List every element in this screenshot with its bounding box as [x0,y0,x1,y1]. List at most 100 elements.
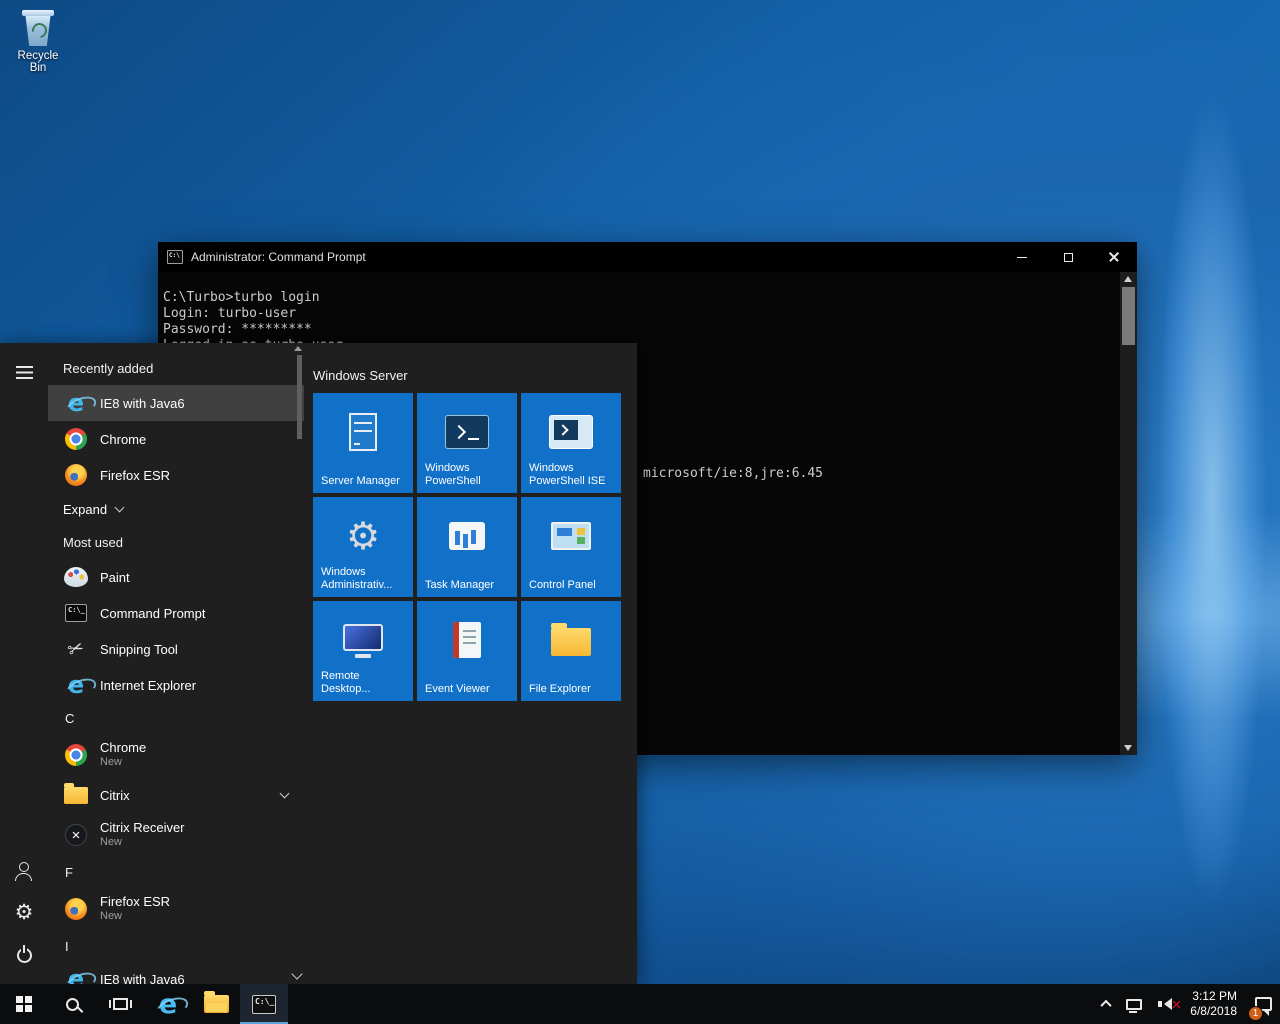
start-app-paint[interactable]: Paint [48,559,304,595]
app-label: Snipping Tool [100,642,178,657]
volume-button[interactable] [1150,984,1180,1024]
maximize-button[interactable] [1045,242,1091,272]
tile-label: Task Manager [425,579,513,592]
action-center-button[interactable]: 1 [1247,984,1280,1024]
app-label: IE8 with Java6 [100,972,185,985]
app-label: Firefox ESR [100,894,170,909]
firefox-icon [65,464,87,486]
citrix-receiver-icon [65,824,87,846]
task-view-button[interactable] [96,984,144,1024]
recycle-bin-lid [22,10,54,16]
chevron-up-icon [1101,1000,1112,1011]
start-button[interactable] [0,984,48,1024]
gear-icon [15,902,34,924]
folder-icon [64,787,88,804]
letter-header-i[interactable]: I [48,931,304,961]
hamburger-icon [16,366,33,379]
scroll-up-icon[interactable] [1124,276,1132,282]
close-button[interactable] [1091,242,1137,272]
start-app-ie8-with-java6-bottom[interactable]: IE8 with Java6 [48,961,304,984]
search-button[interactable] [48,984,96,1024]
desktop-wallpaper: Recycle Bin Administrator: Command Promp… [0,0,1280,1024]
letter-header-c[interactable]: C [48,703,304,733]
minimize-button[interactable] [999,242,1045,272]
start-menu: Recently added IE8 with Java6 Chrome Fir… [0,343,637,984]
tile-event-viewer[interactable]: Event Viewer [417,601,517,701]
tile-label: Remote Desktop... [321,670,409,696]
tile-windows-powershell-ise[interactable]: Windows PowerShell ISE [521,393,621,493]
start-app-command-prompt[interactable]: Command Prompt [48,595,304,631]
scrollbar-thumb[interactable] [1122,287,1135,345]
start-app-citrix-receiver[interactable]: Citrix Receiver New [48,813,304,857]
volume-muted-icon [1158,998,1172,1010]
list-scrollbar-thumb[interactable] [297,355,302,439]
chevron-down-icon [280,789,290,799]
tile-remote-desktop[interactable]: Remote Desktop... [313,601,413,701]
new-badge: New [100,835,185,850]
task-view-icon [113,998,128,1010]
expand-label: Expand [63,502,107,517]
ie-icon [68,967,84,985]
app-label: Firefox ESR [100,468,170,483]
tile-task-manager[interactable]: Task Manager [417,497,517,597]
section-most-used: Most used [48,525,304,559]
expand-menu-button[interactable] [0,351,48,393]
clock[interactable]: 3:12 PM 6/8/2018 [1180,984,1247,1024]
start-app-ie8-with-java6[interactable]: IE8 with Java6 [48,385,304,421]
recycle-bin-icon [21,6,55,46]
start-app-chrome[interactable]: Chrome [48,421,304,457]
tile-windows-powershell[interactable]: Windows PowerShell [417,393,517,493]
start-folder-citrix[interactable]: Citrix [48,777,304,813]
start-app-firefox-esr-new[interactable]: Firefox ESR New [48,887,304,931]
firefox-icon [65,898,87,920]
cmd-icon [167,250,183,264]
taskbar-file-explorer[interactable] [192,984,240,1024]
tile-label: Event Viewer [425,683,513,696]
new-badge: New [100,909,170,924]
start-app-internet-explorer[interactable]: Internet Explorer [48,667,304,703]
taskbar-command-prompt[interactable] [240,984,288,1024]
tile-windows-administrative-tools[interactable]: Windows Administrativ... [313,497,413,597]
tile-file-explorer[interactable]: File Explorer [521,601,621,701]
taskbar-internet-explorer[interactable] [144,984,192,1024]
recycle-bin[interactable]: Recycle Bin [8,6,68,74]
power-icon [17,948,32,963]
app-label: Chrome [100,740,146,755]
notification-badge: 1 [1248,1006,1263,1021]
list-scroll-up-icon[interactable] [294,346,302,351]
window-title: Administrator: Command Prompt [191,250,999,264]
user-button[interactable] [0,850,48,892]
terminal-line: Login: turbo-user [163,306,1112,322]
section-recently-added: Recently added [48,351,304,385]
tile-server-manager[interactable]: Server Manager [313,393,413,493]
chrome-icon [65,428,87,450]
taskbar: 3:12 PM 6/8/2018 1 [0,984,1280,1024]
letter-header-f[interactable]: F [48,857,304,887]
app-label: Chrome [100,432,146,447]
start-app-snipping-tool[interactable]: Snipping Tool [48,631,304,667]
tray-overflow-button[interactable] [1094,984,1118,1024]
chrome-icon [65,744,87,766]
tile-control-panel[interactable]: Control Panel [521,497,621,597]
app-label: Paint [100,570,130,585]
scroll-down-icon[interactable] [1124,745,1132,751]
power-button[interactable] [0,934,48,976]
tile-label: Windows PowerShell ISE [529,462,617,488]
app-label: Command Prompt [100,606,205,621]
start-app-firefox-esr[interactable]: Firefox ESR [48,457,304,493]
system-tray: 3:12 PM 6/8/2018 1 [1094,984,1280,1024]
settings-button[interactable] [0,892,48,934]
clock-time: 3:12 PM [1192,989,1237,1004]
paint-icon [64,567,88,587]
clock-date: 6/8/2018 [1190,1004,1237,1019]
tile-label: Server Manager [321,475,409,488]
network-status-button[interactable] [1118,984,1150,1024]
start-app-chrome-new[interactable]: Chrome New [48,733,304,777]
cmd-titlebar[interactable]: Administrator: Command Prompt [158,242,1137,272]
task-manager-icon [449,522,485,550]
chevron-down-icon [115,502,125,512]
control-panel-icon [551,522,591,550]
expand-button[interactable]: Expand [48,493,304,525]
cmd-scrollbar[interactable] [1120,272,1137,755]
tile-group-label[interactable]: Windows Server [313,357,637,393]
